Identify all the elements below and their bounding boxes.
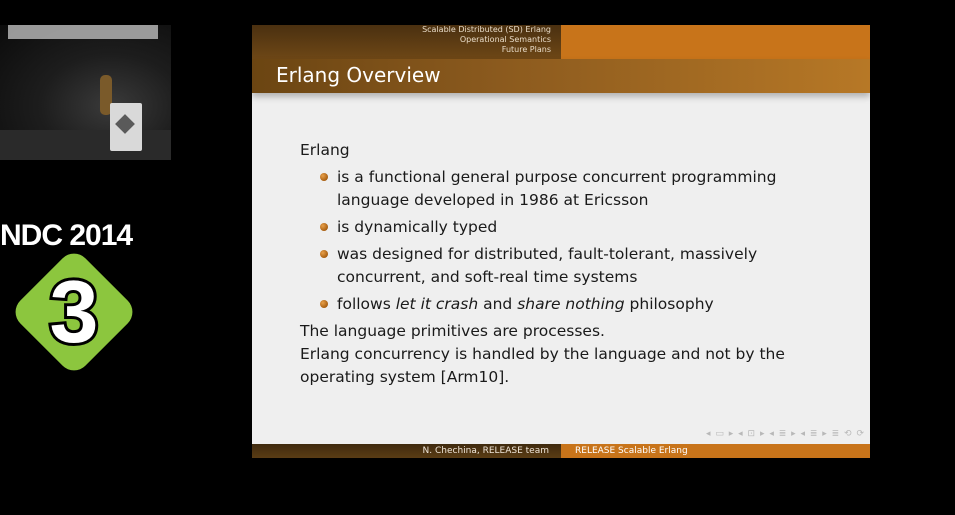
speaker-camera-feed	[0, 25, 171, 160]
bullet-icon	[320, 223, 328, 231]
bullet-text: is a functional general purpose concurre…	[337, 168, 777, 209]
bullet-list: is a functional general purpose concurre…	[300, 166, 840, 316]
conference-name: NDC 2014	[0, 219, 133, 252]
footer-presentation-title: RELEASE Scalable Erlang	[575, 446, 688, 456]
footer-left-band: N. Chechina, RELEASE team	[252, 444, 561, 458]
slide-header: Scalable Distributed (SD) Erlang Operati…	[252, 25, 870, 59]
stage-floor	[0, 130, 171, 160]
footer-author: N. Chechina, RELEASE team	[422, 446, 549, 456]
frame-title-bar: Erlang Overview	[252, 59, 870, 93]
body-lead: Erlang	[300, 141, 350, 159]
list-item: is a functional general purpose concurre…	[320, 166, 840, 212]
header-right-band	[561, 25, 870, 59]
footer-right-band: RELEASE Scalable Erlang	[561, 444, 870, 458]
section-link-future-plans[interactable]: Future Plans	[422, 45, 551, 55]
list-item: follows let it crash and share nothing p…	[320, 293, 840, 316]
bullet-text-pre: follows	[337, 295, 396, 313]
list-item: was designed for distributed, fault-tole…	[320, 243, 840, 289]
presentation-slide: Scalable Distributed (SD) Erlang Operati…	[252, 25, 870, 458]
emphasis-share-nothing: share nothing	[517, 295, 625, 313]
bullet-text-mid: and	[478, 295, 518, 313]
room-number: 3	[47, 259, 102, 364]
beamer-navigation-icons[interactable]: ◂ ▭ ▸ ◂ ⊡ ▸ ◂ ≣ ▸ ◂ ≣ ▸ ≣ ⟲ ⟳	[706, 429, 864, 439]
section-navigation: Scalable Distributed (SD) Erlang Operati…	[422, 25, 551, 55]
projector-screen	[8, 25, 158, 39]
bullet-icon	[320, 173, 328, 181]
slide-title: Erlang Overview	[276, 63, 441, 87]
bullet-text-post: philosophy	[624, 295, 714, 313]
bullet-text: was designed for distributed, fault-tole…	[337, 245, 758, 286]
emphasis-let-it-crash: let it crash	[395, 295, 479, 313]
slide-footer: N. Chechina, RELEASE team RELEASE Scalab…	[252, 444, 870, 458]
list-item: is dynamically typed	[320, 216, 840, 239]
header-left-band: Scalable Distributed (SD) Erlang Operati…	[252, 25, 561, 59]
body-paragraph-processes: The language primitives are processes.	[300, 322, 605, 340]
slide-body: Erlang is a functional general purpose c…	[300, 139, 840, 389]
bullet-icon	[320, 300, 328, 308]
bullet-text: is dynamically typed	[337, 218, 498, 236]
section-link-sd-erlang[interactable]: Scalable Distributed (SD) Erlang	[422, 25, 551, 35]
body-paragraph-concurrency: Erlang concurrency is handled by the lan…	[300, 345, 785, 386]
bullet-icon	[320, 250, 328, 258]
section-link-operational-semantics[interactable]: Operational Semantics	[422, 35, 551, 45]
